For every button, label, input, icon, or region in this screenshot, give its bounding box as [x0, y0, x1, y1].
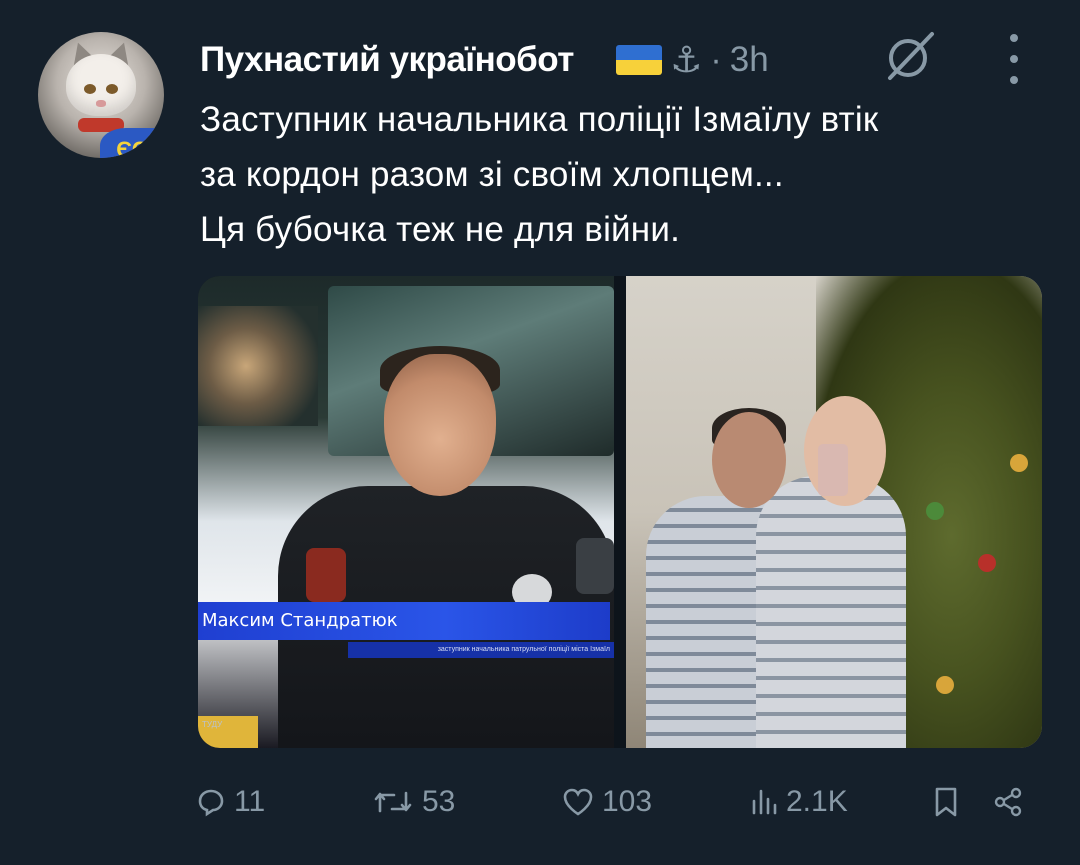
avatar-cat-eye — [84, 84, 96, 94]
share-icon — [994, 787, 1022, 817]
tweet-text-line: Заступник начальника поліції Ізмаїлу вті… — [200, 100, 879, 139]
grok-icon[interactable] — [882, 28, 938, 84]
tweet-media: Максим Стандратюк заступник начальника п… — [198, 276, 1042, 748]
tweet-text: Заступник начальника поліції Ізмаїлу вті… — [200, 92, 1040, 257]
views-icon — [752, 789, 777, 815]
news-caption-name: Максим Стандратюк — [198, 602, 610, 640]
views-button[interactable]: 2.1K — [750, 778, 848, 826]
anchor-icon: ⚓ — [670, 39, 703, 80]
retweet-button[interactable]: 53 — [372, 778, 455, 826]
avatar-eu-badge: ЄС — [100, 128, 164, 158]
tweet-timestamp[interactable]: 3h — [730, 38, 769, 82]
media-photo-police-officer[interactable]: Максим Стандратюк заступник начальника п… — [198, 276, 614, 748]
separator-dot: · — [710, 41, 722, 79]
channel-mark: ТУДУ — [202, 720, 223, 729]
tweet-actions: 11 53 103 2.1K — [196, 778, 1036, 826]
heart-icon — [563, 788, 593, 816]
ukraine-flag-icon — [616, 45, 663, 75]
tweet-text-line: за кордон разом зі своїм хлопцем... — [200, 155, 784, 194]
news-caption-sub: заступник начальника патрульної поліції … — [348, 642, 614, 658]
bookmark-button[interactable] — [932, 778, 960, 826]
reply-count: 11 — [234, 785, 266, 818]
tweet-header: Пухнастий україноботᅠ ⚓ · 3h — [200, 38, 769, 82]
reply-icon — [198, 789, 224, 817]
more-icon[interactable] — [1002, 34, 1026, 84]
bookmark-icon — [935, 787, 957, 817]
author-name[interactable]: Пухнастий україноботᅠ — [200, 38, 607, 82]
media-photo-couple[interactable] — [626, 276, 1042, 748]
retweet-icon — [374, 791, 412, 813]
like-count: 103 — [602, 785, 653, 818]
tweet-text-line: Ця бубочка теж не для війни. — [200, 210, 680, 249]
like-button[interactable]: 103 — [562, 778, 652, 826]
reply-button[interactable]: 11 — [196, 778, 265, 826]
avatar-cat-eye — [106, 84, 118, 94]
retweet-count: 53 — [422, 785, 456, 818]
share-button[interactable] — [992, 778, 1024, 826]
views-count: 2.1K — [786, 785, 848, 818]
avatar[interactable]: ЄС — [38, 32, 164, 158]
avatar-cat-nose — [96, 100, 106, 107]
